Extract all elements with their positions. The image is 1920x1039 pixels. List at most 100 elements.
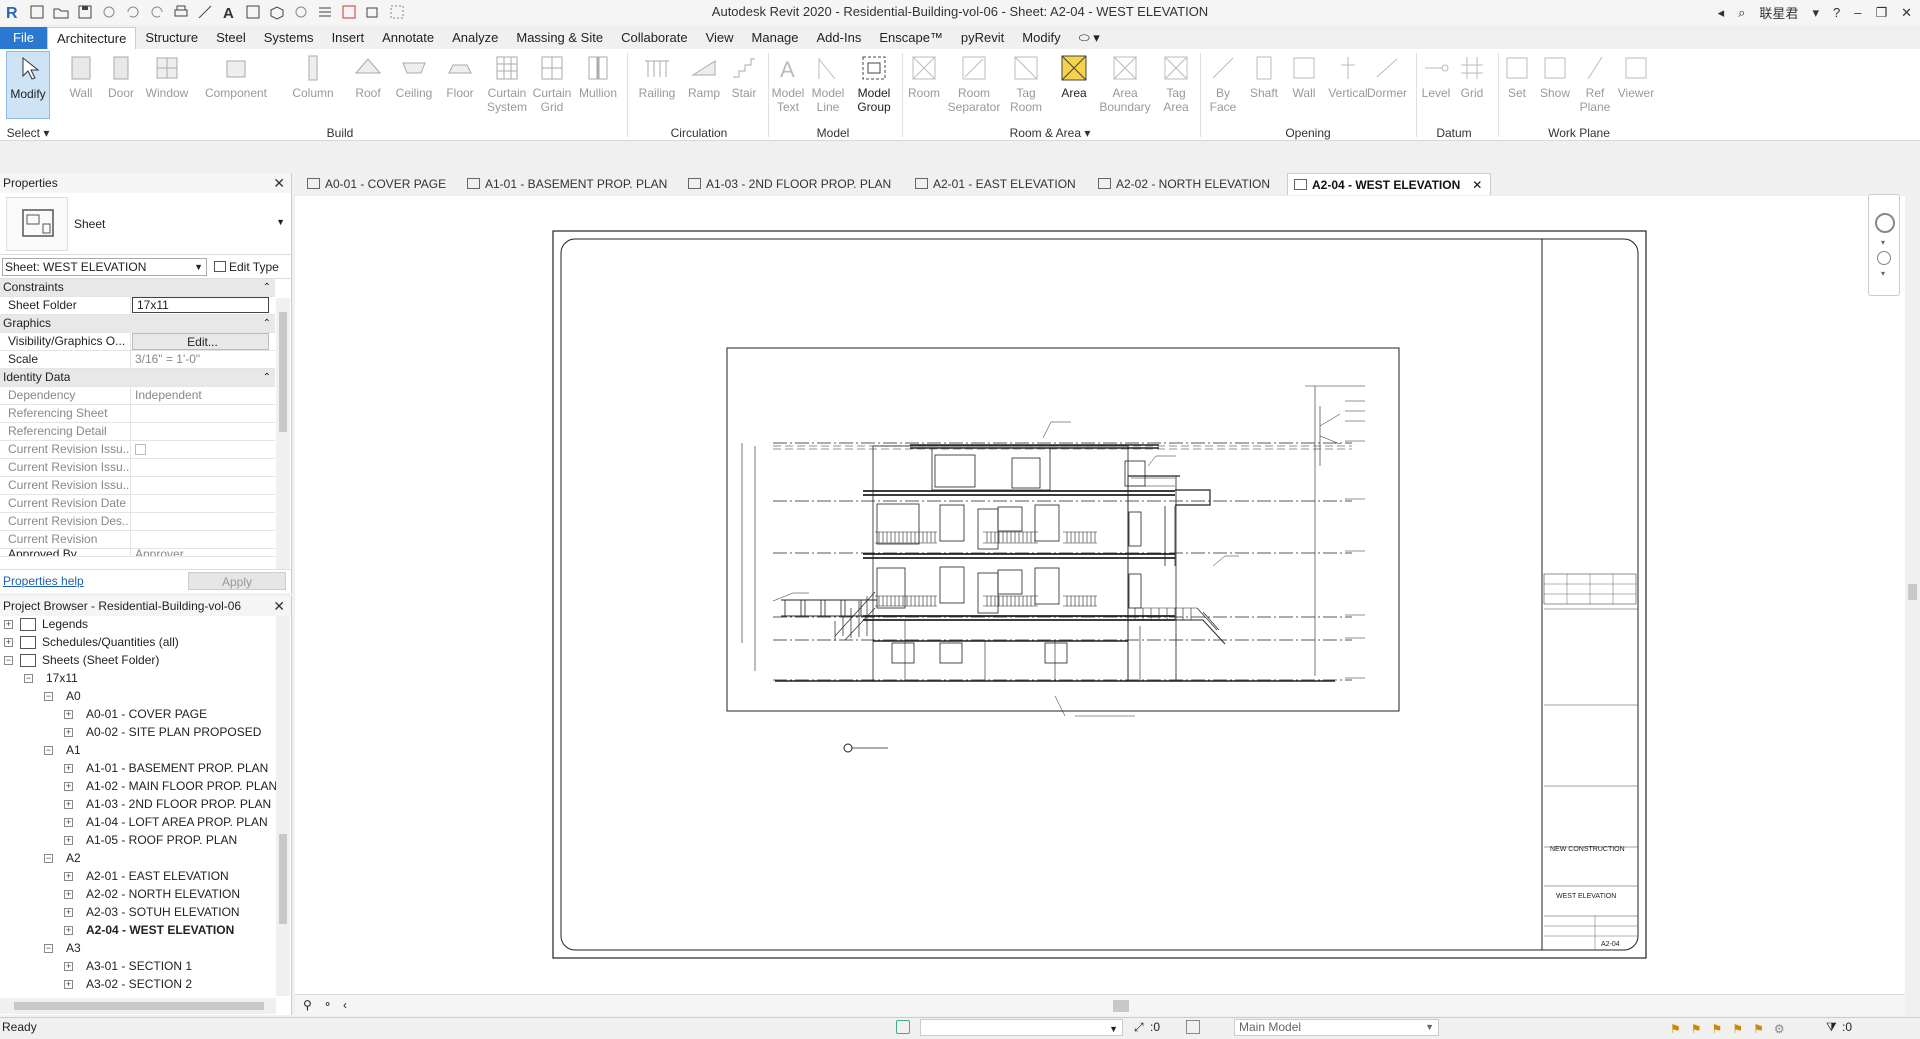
design-option-dropdown[interactable]: Main Model ▼	[1234, 1019, 1439, 1036]
canvas-h-scrollbar-thumb[interactable]	[1113, 1000, 1129, 1012]
collapse-icon[interactable]: −	[44, 692, 53, 701]
workset-dropdown[interactable]: ▼	[920, 1019, 1123, 1036]
tab-analyze[interactable]: Analyze	[443, 27, 507, 49]
collapse-icon[interactable]: −	[44, 944, 53, 953]
close-tab-icon[interactable]: ✕	[1472, 174, 1482, 196]
tree-group-a0[interactable]: A0	[66, 689, 81, 703]
chevron-down-icon[interactable]: ▾	[1881, 238, 1885, 247]
tree-sheet-a2-03[interactable]: A2-03 - SOTUH ELEVATION	[86, 905, 240, 919]
expand-icon[interactable]: +	[64, 926, 73, 935]
tab-massing-site[interactable]: Massing & Site	[507, 27, 612, 49]
view-tab-a1-01[interactable]: A1-01 - BASEMENT PROP. PLAN	[461, 173, 667, 195]
tree-sheet-a2-04[interactable]: A2-04 - WEST ELEVATION	[86, 923, 234, 937]
modify-button[interactable]: Modify	[6, 51, 50, 119]
expand-icon[interactable]: +	[4, 620, 13, 629]
tree-sheet-a1-03[interactable]: A1-03 - 2ND FLOOR PROP. PLAN	[86, 797, 271, 811]
select-by-face-icon[interactable]: ⚑	[1732, 1020, 1743, 1039]
edit-visibility-button[interactable]: Edit...	[132, 333, 269, 350]
tree-group-a3[interactable]: A3	[66, 941, 81, 955]
close-icon[interactable]: ✕	[273, 596, 285, 616]
tree-sheet-a1-05[interactable]: A1-05 - ROOF PROP. PLAN	[86, 833, 237, 847]
design-options-icon[interactable]	[1186, 1020, 1200, 1034]
group-graphics[interactable]: Graphics ⌃	[0, 315, 275, 333]
instance-selector[interactable]: Sheet: WEST ELEVATION ▼	[2, 258, 207, 276]
tree-sheets[interactable]: Sheets (Sheet Folder)	[42, 653, 159, 667]
tag-area-button[interactable]: Tag Area	[1158, 51, 1194, 114]
browser-h-scrollbar[interactable]	[0, 998, 276, 1014]
collapse-icon[interactable]: −	[4, 656, 13, 665]
ramp-button[interactable]: Ramp	[684, 51, 724, 100]
tree-folder-17x11[interactable]: 17x11	[46, 671, 78, 685]
tree-sheet-a0-01[interactable]: A0-01 - COVER PAGE	[86, 707, 207, 721]
roof-button[interactable]: Roof	[348, 51, 388, 100]
view-tab-a0-01[interactable]: A0-01 - COVER PAGE	[301, 173, 446, 195]
component-button[interactable]: Component	[200, 51, 272, 100]
filter-icon[interactable]: ⧩	[1826, 1018, 1837, 1037]
user-name[interactable]: 联星君	[1759, 3, 1798, 22]
tree-group-a2[interactable]: A2	[66, 851, 81, 865]
minimize-icon[interactable]: –	[1854, 5, 1861, 20]
viewer-button[interactable]: Viewer	[1614, 51, 1658, 100]
checkbox[interactable]	[135, 444, 146, 455]
column-button[interactable]: Column	[288, 51, 338, 100]
chevron-down-icon[interactable]: ▾	[1881, 269, 1885, 278]
tree-sheet-a1-01[interactable]: A1-01 - BASEMENT PROP. PLAN	[86, 761, 268, 775]
expand-icon[interactable]: +	[64, 962, 73, 971]
view-tab-a1-03[interactable]: A1-03 - 2ND FLOOR PROP. PLAN	[682, 173, 891, 195]
expand-icon[interactable]: +	[64, 800, 73, 809]
properties-help-link[interactable]: Properties help	[3, 574, 84, 588]
binoculars-icon[interactable]: ⌕	[1738, 5, 1745, 21]
tab-add-ins[interactable]: Add-Ins	[808, 27, 871, 49]
expand-icon[interactable]: +	[64, 836, 73, 845]
type-selector[interactable]: Sheet ▼	[0, 193, 291, 255]
floor-button[interactable]: Floor	[440, 51, 480, 100]
expand-icon[interactable]: +	[64, 890, 73, 899]
expand-icon[interactable]: +	[64, 872, 73, 881]
view-tab-a2-02[interactable]: A2-02 - NORTH ELEVATION	[1092, 173, 1270, 195]
drag-elements-icon[interactable]: ⚑	[1753, 1020, 1764, 1039]
canvas-v-scrollbar[interactable]	[1905, 170, 1920, 994]
help-icon[interactable]: ?	[1833, 5, 1840, 20]
panel-room-area-label[interactable]: Room & Area ▾	[904, 126, 1196, 140]
tab-view[interactable]: View	[697, 27, 743, 49]
tree-sheet-a3-02[interactable]: A3-02 - SECTION 2	[86, 977, 192, 991]
worksets-icon[interactable]	[896, 1020, 910, 1034]
ribbon-options-icon[interactable]: ⬭ ▾	[1070, 27, 1109, 49]
tag-room-button[interactable]: Tag Room	[1006, 51, 1046, 114]
wall-button[interactable]: Wall	[62, 51, 100, 100]
railing-button[interactable]: Railing	[636, 51, 678, 100]
group-constraints[interactable]: Constraints ⌃	[0, 279, 275, 297]
tab-collaborate[interactable]: Collaborate	[612, 27, 697, 49]
expand-icon[interactable]: +	[64, 764, 73, 773]
mullion-button[interactable]: Mullion	[576, 51, 620, 100]
drawing-canvas[interactable]: NEW CONSTRUCTION WEST ELEVATION A2-04 ▾ …	[295, 170, 1920, 994]
expand-icon[interactable]: +	[64, 818, 73, 827]
reveal-constraints-icon[interactable]: ⚲	[303, 998, 312, 1012]
sheet-folder-input[interactable]: 17x11	[132, 297, 269, 313]
tab-enscape[interactable]: Enscape™	[870, 27, 952, 49]
properties-scrollbar[interactable]	[276, 298, 290, 570]
expand-icon[interactable]: +	[64, 980, 73, 989]
set-button[interactable]: Set	[1500, 51, 1534, 100]
stair-button[interactable]: Stair	[726, 51, 762, 100]
tree-sheet-a3-01[interactable]: A3-01 - SECTION 1	[86, 959, 192, 973]
tab-pyrevit[interactable]: pyRevit	[952, 27, 1013, 49]
view-tab-a2-01[interactable]: A2-01 - EAST ELEVATION	[909, 173, 1076, 195]
background-processes-icon[interactable]: ⚙	[1774, 1020, 1785, 1039]
tab-annotate[interactable]: Annotate	[373, 27, 443, 49]
worksharing-icon[interactable]: ⚬	[323, 998, 332, 1011]
level-button[interactable]: Level	[1416, 51, 1456, 100]
ceiling-button[interactable]: Ceiling	[392, 51, 436, 100]
wall-opening-button[interactable]: Wall	[1286, 51, 1322, 100]
tree-sheet-a2-01[interactable]: A2-01 - EAST ELEVATION	[86, 869, 229, 883]
room-button[interactable]: Room	[904, 51, 944, 100]
tree-sheet-a0-02[interactable]: A0-02 - SITE PLAN PROPOSED	[86, 725, 261, 739]
model-text-button[interactable]: A Model Text	[768, 51, 808, 114]
collapse-icon[interactable]: −	[44, 854, 53, 863]
tree-legends[interactable]: Legends	[42, 617, 88, 631]
model-group-button[interactable]: Model Group	[852, 51, 896, 114]
scroll-left-icon[interactable]: ‹	[343, 998, 347, 1012]
tab-architecture[interactable]: Architecture	[46, 27, 137, 49]
dormer-button[interactable]: Dormer	[1362, 51, 1412, 100]
close-icon[interactable]: ✕	[1901, 5, 1912, 21]
